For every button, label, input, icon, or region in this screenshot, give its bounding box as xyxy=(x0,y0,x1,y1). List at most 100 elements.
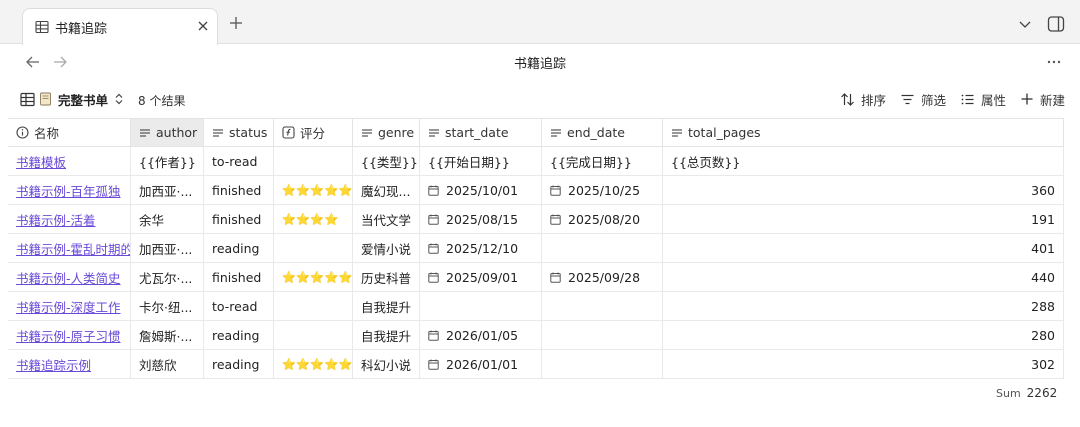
cell-total-pages[interactable]: 288 xyxy=(663,292,1064,321)
cell-start-date[interactable]: {{开始日期}} xyxy=(420,147,542,176)
cell-status[interactable]: to-read xyxy=(204,292,274,321)
cell-status[interactable]: finished xyxy=(204,205,274,234)
column-header-start-date[interactable]: start_date xyxy=(420,118,542,147)
cell-name[interactable]: 书籍示例-深度工作 xyxy=(8,292,131,321)
cell-author[interactable]: 詹姆斯·... xyxy=(131,321,204,350)
cell-total-pages[interactable]: {{总页数}} xyxy=(663,147,1064,176)
cell-end-date[interactable]: 2025/10/25 xyxy=(542,176,663,205)
cell-status[interactable]: finished xyxy=(204,176,274,205)
cell-genre[interactable]: 自我提升 xyxy=(353,321,420,350)
cell-genre[interactable]: {{类型}} xyxy=(353,147,420,176)
properties-button[interactable]: 属性 xyxy=(960,90,1006,108)
cell-end-date[interactable]: 2025/09/28 xyxy=(542,263,663,292)
calendar-icon xyxy=(428,243,439,254)
book-link[interactable]: 书籍模板 xyxy=(16,152,66,171)
cell-author[interactable]: 刘慈欣 xyxy=(131,350,204,379)
cell-author[interactable]: 尤瓦尔·... xyxy=(131,263,204,292)
cell-genre[interactable]: 爱情小说 xyxy=(353,234,420,263)
book-link[interactable]: 书籍追踪示例 xyxy=(16,355,91,374)
more-options-icon[interactable] xyxy=(1046,54,1062,70)
cell-total-pages[interactable]: 302 xyxy=(663,350,1064,379)
cell-end-date[interactable]: 2025/08/20 xyxy=(542,205,663,234)
cell-name[interactable]: 书籍示例-霍乱时期的 xyxy=(8,234,131,263)
status-value: finished xyxy=(212,182,262,198)
chevron-down-icon[interactable] xyxy=(1018,17,1032,31)
close-icon[interactable] xyxy=(195,18,211,34)
cell-genre[interactable]: 历史科普 xyxy=(353,263,420,292)
column-header-author[interactable]: author xyxy=(131,118,204,147)
cell-author[interactable]: 加西亚·... xyxy=(131,234,204,263)
cell-total-pages[interactable]: 360 xyxy=(663,176,1064,205)
sort-icon xyxy=(841,92,854,106)
column-header-end-date[interactable]: end_date xyxy=(542,118,663,147)
cell-start-date[interactable] xyxy=(420,292,542,321)
cell-genre[interactable]: 自我提升 xyxy=(353,292,420,321)
cell-total-pages[interactable]: 280 xyxy=(663,321,1064,350)
cell-rating[interactable]: ⭐⭐⭐⭐⭐ xyxy=(274,176,353,205)
column-header-genre[interactable]: genre xyxy=(353,118,420,147)
cell-end-date[interactable] xyxy=(542,292,663,321)
sort-button[interactable]: 排序 xyxy=(840,90,886,108)
cell-genre[interactable]: 魔幻现... xyxy=(353,176,420,205)
cell-genre[interactable]: 当代文学 xyxy=(353,205,420,234)
cell-genre[interactable]: 科幻小说 xyxy=(353,350,420,379)
tab-book-tracker[interactable]: 书籍追踪 xyxy=(22,8,218,45)
cell-total-pages[interactable]: 191 xyxy=(663,205,1064,234)
cell-author[interactable]: 卡尔·纽... xyxy=(131,292,204,321)
cell-end-date[interactable]: {{完成日期}} xyxy=(542,147,663,176)
cell-status[interactable]: reading xyxy=(204,350,274,379)
cell-status[interactable]: finished xyxy=(204,263,274,292)
cell-name[interactable]: 书籍模板 xyxy=(8,147,131,176)
book-link[interactable]: 书籍示例-人类简史 xyxy=(16,268,121,287)
cell-start-date[interactable]: 2026/01/01 xyxy=(420,350,542,379)
book-link[interactable]: 书籍示例-活着 xyxy=(16,210,96,229)
cell-start-date[interactable]: 2025/12/10 xyxy=(420,234,542,263)
cell-name[interactable]: 书籍追踪示例 xyxy=(8,350,131,379)
cell-start-date[interactable]: 2026/01/05 xyxy=(420,321,542,350)
cell-end-date[interactable] xyxy=(542,350,663,379)
cell-status[interactable]: to-read xyxy=(204,147,274,176)
book-link[interactable]: 书籍示例-霍乱时期的 xyxy=(16,239,130,258)
cell-rating[interactable] xyxy=(274,321,353,350)
column-header-total-pages[interactable]: total_pages xyxy=(663,118,1064,147)
cell-start-date[interactable]: 2025/10/01 xyxy=(420,176,542,205)
column-header-rating[interactable]: 评分 xyxy=(274,118,353,147)
cell-author[interactable]: 加西亚·... xyxy=(131,176,204,205)
pages-value: 191 xyxy=(1031,211,1055,227)
cell-status[interactable]: reading xyxy=(204,321,274,350)
cell-total-pages[interactable]: 401 xyxy=(663,234,1064,263)
sidebar-toggle-icon[interactable] xyxy=(1047,15,1065,33)
column-label: 名称 xyxy=(34,126,60,141)
cell-end-date[interactable] xyxy=(542,234,663,263)
cell-start-date[interactable]: 2025/09/01 xyxy=(420,263,542,292)
book-link[interactable]: 书籍示例-原子习惯 xyxy=(16,326,121,345)
filter-button[interactable]: 筛选 xyxy=(900,90,946,108)
cell-rating[interactable]: ⭐⭐⭐⭐ xyxy=(274,205,353,234)
cell-author[interactable]: {{作者}} xyxy=(131,147,204,176)
calendar-icon xyxy=(428,185,439,196)
cell-rating[interactable]: ⭐⭐⭐⭐⭐ xyxy=(274,263,353,292)
author-value: 卡尔·纽... xyxy=(139,299,193,315)
cell-name[interactable]: 书籍示例-人类简史 xyxy=(8,263,131,292)
column-label: status xyxy=(229,125,268,140)
cell-rating[interactable] xyxy=(274,234,353,263)
column-header-status[interactable]: status xyxy=(204,118,274,147)
cell-start-date[interactable]: 2025/08/15 xyxy=(420,205,542,234)
plus-icon[interactable] xyxy=(228,15,244,31)
new-button[interactable]: 新建 xyxy=(1020,90,1065,108)
cell-author[interactable]: 余华 xyxy=(131,205,204,234)
view-switcher[interactable]: 完整书单 xyxy=(20,90,128,108)
cell-end-date[interactable] xyxy=(542,321,663,350)
cell-rating[interactable]: ⭐⭐⭐⭐⭐ xyxy=(274,350,353,379)
book-link[interactable]: 书籍示例-深度工作 xyxy=(16,297,121,316)
cell-name[interactable]: 书籍示例-活着 xyxy=(8,205,131,234)
cell-name[interactable]: 书籍示例-百年孤独 xyxy=(8,176,131,205)
column-header-name[interactable]: 名称 xyxy=(8,118,131,147)
cell-name[interactable]: 书籍示例-原子习惯 xyxy=(8,321,131,350)
book-link[interactable]: 书籍示例-百年孤独 xyxy=(16,181,121,200)
cell-rating[interactable] xyxy=(274,147,353,176)
cell-rating[interactable] xyxy=(274,292,353,321)
filter-icon xyxy=(901,94,914,104)
cell-total-pages[interactable]: 440 xyxy=(663,263,1064,292)
cell-status[interactable]: reading xyxy=(204,234,274,263)
